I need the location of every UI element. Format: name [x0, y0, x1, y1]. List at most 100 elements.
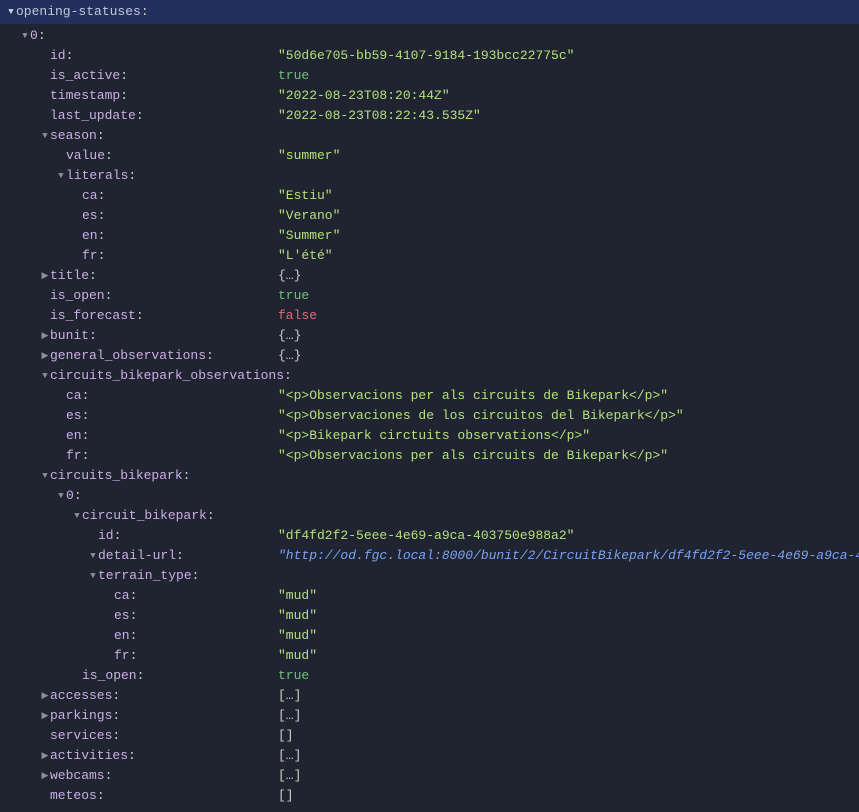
bunit-row[interactable]: ▶ bunit: {…}	[0, 326, 859, 346]
key-label: ca:	[82, 186, 105, 206]
value-url[interactable]: "http://od.fgc.local:8000/bunit/2/Circui…	[278, 546, 859, 566]
key-label: last_update:	[50, 106, 144, 126]
value-string: "Summer"	[278, 226, 340, 246]
key-label: accesses:	[50, 686, 120, 706]
meteos-row: meteos: []	[0, 786, 859, 806]
literals-es-row: es: "Verano"	[0, 206, 859, 226]
key-label: 0:	[66, 486, 82, 506]
index-0-row[interactable]: ▼ 0:	[0, 26, 859, 46]
parkings-row[interactable]: ▶ parkings: […]	[0, 706, 859, 726]
circuit-bikepark-item-row[interactable]: ▼ circuit_bikepark:	[0, 506, 859, 526]
value-array: […]	[278, 706, 301, 726]
chevron-down-icon[interactable]: ▼	[88, 566, 98, 586]
chevron-right-icon[interactable]: ▶	[40, 326, 50, 346]
key-label: is_forecast:	[50, 306, 144, 326]
chevron-down-icon[interactable]: ▼	[6, 2, 16, 22]
value-string: "df4fd2f2-5eee-4e69-a9ca-403750e988a2"	[278, 526, 574, 546]
key-label: es:	[114, 606, 137, 626]
cb-index-0-row[interactable]: ▼ 0:	[0, 486, 859, 506]
key-label: es:	[66, 406, 89, 426]
key-label: value:	[66, 146, 113, 166]
accesses-row[interactable]: ▶ accesses: […]	[0, 686, 859, 706]
general-observations-row[interactable]: ▶ general_observations: {…}	[0, 346, 859, 366]
key-label: circuits_bikepark:	[50, 466, 190, 486]
key-label: en:	[114, 626, 137, 646]
is-forecast-row: is_forecast: false	[0, 306, 859, 326]
tt-fr-row: fr: "mud"	[0, 646, 859, 666]
cbo-fr-row: fr: "<p>Observacions per als circuits de…	[0, 446, 859, 466]
chevron-right-icon[interactable]: ▶	[40, 266, 50, 286]
chevron-right-icon[interactable]: ▶	[40, 766, 50, 786]
value-object: {…}	[278, 326, 301, 346]
key-label: is_active:	[50, 66, 128, 86]
cb-id-row: id: "df4fd2f2-5eee-4e69-a9ca-403750e988a…	[0, 526, 859, 546]
chevron-right-icon[interactable]: ▶	[40, 346, 50, 366]
title-row[interactable]: ▶ title: {…}	[0, 266, 859, 286]
key-label: season:	[50, 126, 105, 146]
value-string: "mud"	[278, 626, 317, 646]
activities-row[interactable]: ▶ activities: […]	[0, 746, 859, 766]
key-label: en:	[66, 426, 89, 446]
value-string: "2022-08-23T08:22:43.535Z"	[278, 106, 481, 126]
chevron-down-icon[interactable]: ▼	[56, 166, 66, 186]
season-row[interactable]: ▼ season:	[0, 126, 859, 146]
literals-fr-row: fr: "L'été"	[0, 246, 859, 266]
terrain-type-row[interactable]: ▼ terrain_type:	[0, 566, 859, 586]
literals-row[interactable]: ▼ literals:	[0, 166, 859, 186]
key-label: 0:	[30, 26, 46, 46]
season-value-row: value: "summer"	[0, 146, 859, 166]
value-string: "<p>Observacions per als circuits de Bik…	[278, 446, 668, 466]
key-label: es:	[82, 206, 105, 226]
key-label: terrain_type:	[98, 566, 199, 586]
value-string: "Verano"	[278, 206, 340, 226]
chevron-right-icon[interactable]: ▶	[40, 706, 50, 726]
circuits-bikepark-observations-row[interactable]: ▼ circuits_bikepark_observations:	[0, 366, 859, 386]
webcams-row[interactable]: ▶ webcams: […]	[0, 766, 859, 786]
value-array: []	[278, 786, 294, 806]
key-label: circuit_bikepark:	[82, 506, 215, 526]
literals-ca-row: ca: "Estiu"	[0, 186, 859, 206]
value-string: "mud"	[278, 646, 317, 666]
key-label: services:	[50, 726, 120, 746]
value-string: "summer"	[278, 146, 340, 166]
key-label: fr:	[82, 246, 105, 266]
key-label: general_observations:	[50, 346, 214, 366]
root-row[interactable]: ▼ opening-statuses:	[0, 0, 859, 24]
value-string: "<p>Observaciones de los circuitos del B…	[278, 406, 684, 426]
chevron-down-icon[interactable]: ▼	[20, 26, 30, 46]
services-row: services: []	[0, 726, 859, 746]
key-label: meteos:	[50, 786, 105, 806]
key-label: fr:	[66, 446, 89, 466]
value-string: "50d6e705-bb59-4107-9184-193bcc22775c"	[278, 46, 574, 66]
chevron-down-icon[interactable]: ▼	[72, 506, 82, 526]
circuits-bikepark-row[interactable]: ▼ circuits_bikepark:	[0, 466, 859, 486]
key-label: bunit:	[50, 326, 97, 346]
chevron-down-icon[interactable]: ▼	[40, 366, 50, 386]
value-string: "L'été"	[278, 246, 333, 266]
chevron-right-icon[interactable]: ▶	[40, 746, 50, 766]
key-label: parkings:	[50, 706, 120, 726]
value-boolean: true	[278, 286, 309, 306]
key-label: is_open:	[50, 286, 112, 306]
chevron-down-icon[interactable]: ▼	[56, 486, 66, 506]
value-object: {…}	[278, 266, 301, 286]
cb-is-open-row: is_open: true	[0, 666, 859, 686]
chevron-down-icon[interactable]: ▼	[88, 546, 98, 566]
value-string: "Estiu"	[278, 186, 333, 206]
key-label: literals:	[66, 166, 136, 186]
json-tree: ▼ 0: id: "50d6e705-bb59-4107-9184-193bcc…	[0, 24, 859, 812]
value-string: "mud"	[278, 586, 317, 606]
key-label: activities:	[50, 746, 136, 766]
chevron-right-icon[interactable]: ▶	[40, 686, 50, 706]
tt-es-row: es: "mud"	[0, 606, 859, 626]
value-string: "<p>Observacions per als circuits de Bik…	[278, 386, 668, 406]
chevron-down-icon[interactable]: ▼	[40, 126, 50, 146]
tt-en-row: en: "mud"	[0, 626, 859, 646]
detail-url-row[interactable]: ▼ detail-url: "http://od.fgc.local:8000/…	[0, 546, 859, 566]
chevron-down-icon[interactable]: ▼	[40, 466, 50, 486]
key-label: ca:	[114, 586, 137, 606]
last-update-row: last_update: "2022-08-23T08:22:43.535Z"	[0, 106, 859, 126]
id-row: id: "50d6e705-bb59-4107-9184-193bcc22775…	[0, 46, 859, 66]
cbo-ca-row: ca: "<p>Observacions per als circuits de…	[0, 386, 859, 406]
root-key: opening-statuses:	[16, 2, 149, 22]
